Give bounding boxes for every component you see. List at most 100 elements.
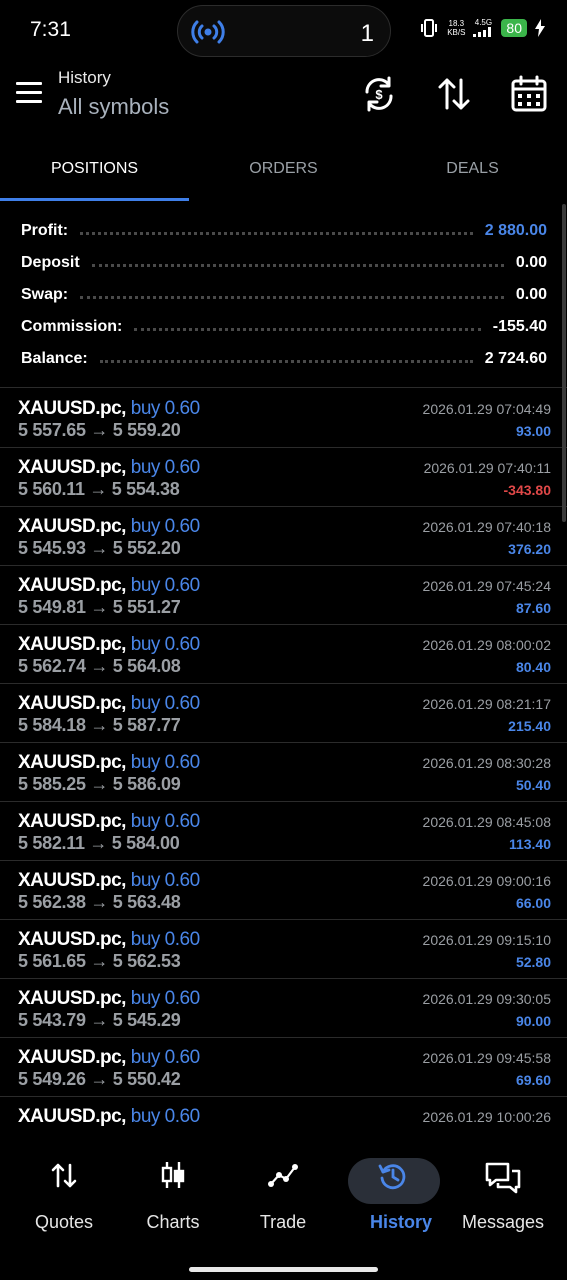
charts-icon (161, 1162, 185, 1188)
deal-profit: 93.00 (515, 423, 551, 439)
balance-row: Balance: 2 724.60 (21, 344, 547, 374)
leader-dots (134, 327, 481, 331)
menu-icon[interactable] (16, 82, 42, 104)
deal-prices: 5 561.65 → 5 562.53 (18, 951, 181, 971)
nav-history[interactable]: History (346, 1156, 456, 1242)
deal-profit: 87.60 (515, 600, 551, 616)
currency-refresh-icon[interactable]: $ (359, 74, 399, 114)
status-bar: 7:31 1 18.3 KB/S 4.5G 80 (0, 0, 567, 62)
deal-row[interactable]: XAUUSD.pc, buy 0.60 5 584.18 → 5 587.77 20… (0, 684, 567, 743)
deal-profit: 80.40 (515, 659, 551, 675)
nav-label: Charts (146, 1212, 200, 1232)
deal-row[interactable]: XAUUSD.pc, buy 0.60 5 549.81 → 5 551.27 20… (0, 566, 567, 625)
nav-trade[interactable]: Trade (228, 1156, 338, 1242)
deal-type: buy 0.60 (130, 457, 200, 478)
status-time: 7:31 (30, 18, 71, 41)
deal-datetime: 2026.01.29 08:45:08 (422, 814, 551, 830)
deal-row[interactable]: XAUUSD.pc, buy 0.60 5 543.79 → 5 545.29 20… (0, 979, 567, 1038)
tab-positions[interactable]: POSITIONS (0, 142, 189, 202)
deal-type: buy 0.60 (130, 516, 200, 537)
nav-messages[interactable]: Messages (448, 1156, 558, 1242)
leader-dots (80, 231, 473, 235)
speed-value: 18.3 (448, 18, 465, 28)
deal-type: buy 0.60 (130, 398, 200, 419)
deal-row[interactable]: XAUUSD.pc, buy 0.60 5 582.11 → 5 584.00 20… (0, 802, 567, 861)
balance-value: 2 724.60 (484, 350, 547, 367)
page-title: History (58, 68, 111, 87)
deal-type: buy 0.60 (130, 988, 200, 1009)
deal-profit: 52.80 (515, 954, 551, 970)
deal-row[interactable]: XAUUSD.pc, buy 0.60 5 562.74 → 5 564.08 20… (0, 625, 567, 684)
deal-symbol: XAUUSD.pc, (18, 693, 126, 714)
profit-row: Profit: 2 880.00 (21, 216, 547, 246)
deal-row[interactable]: XAUUSD.pc, buy 0.60 2026.01.29 10:00:26 (0, 1097, 567, 1131)
nav-charts[interactable]: Charts (118, 1156, 228, 1242)
calendar-icon[interactable] (509, 74, 549, 114)
leader-dots (80, 295, 504, 299)
deal-title: XAUUSD.pc, buy 0.60 (18, 929, 200, 951)
deal-profit: -343.80 (503, 482, 551, 498)
swap-label: Swap: (21, 286, 69, 303)
balance-label: Balance: (21, 350, 88, 367)
tab-deals[interactable]: DEALS (378, 142, 567, 202)
deal-title: XAUUSD.pc, buy 0.60 (18, 811, 200, 833)
swap-row: Swap: 0.00 (21, 280, 547, 310)
deal-row[interactable]: XAUUSD.pc, buy 0.60 5 545.93 → 5 552.20 20… (0, 507, 567, 566)
deal-row[interactable]: XAUUSD.pc, buy 0.60 5 557.65 → 5 559.20 20… (0, 389, 567, 448)
charging-icon (535, 18, 545, 37)
symbol-filter[interactable]: All symbols (58, 94, 169, 120)
deal-symbol: XAUUSD.pc, (18, 634, 126, 655)
deal-title: XAUUSD.pc, buy 0.60 (18, 752, 200, 774)
deal-prices: 5 582.11 → 5 584.00 (18, 833, 180, 853)
deal-prices: 5 560.11 → 5 554.38 (18, 479, 180, 499)
deal-prices: 5 585.25 → 5 586.09 (18, 774, 181, 794)
deal-type: buy 0.60 (130, 752, 200, 773)
deal-type: buy 0.60 (130, 1047, 200, 1068)
profit-label: Profit: (21, 222, 69, 239)
network-speed: 18.3 KB/S (447, 19, 465, 37)
deal-row[interactable]: XAUUSD.pc, buy 0.60 5 561.65 → 5 562.53 20… (0, 920, 567, 979)
signal-indicator: 4.5G (473, 18, 493, 37)
deal-symbol: XAUUSD.pc, (18, 516, 126, 537)
deal-datetime: 2026.01.29 07:40:18 (422, 519, 551, 535)
deal-prices: 5 543.79 → 5 545.29 (18, 1010, 181, 1030)
deal-type: buy 0.60 (130, 634, 200, 655)
deal-title: XAUUSD.pc, buy 0.60 (18, 1047, 200, 1069)
dynamic-island[interactable]: 1 (177, 5, 391, 57)
deal-datetime: 2026.01.29 08:21:17 (422, 696, 551, 712)
deal-profit: 215.40 (508, 718, 551, 734)
scrollbar[interactable] (562, 204, 566, 522)
deal-profit: 66.00 (515, 895, 551, 911)
deal-type: buy 0.60 (130, 693, 200, 714)
deal-datetime: 2026.01.29 07:45:24 (422, 578, 551, 594)
nav-label: Trade (259, 1212, 307, 1232)
battery-level: 80 (501, 18, 527, 37)
deposit-row: Deposit 0.00 (21, 248, 547, 278)
tab-orders[interactable]: ORDERS (189, 142, 378, 202)
deal-row[interactable]: XAUUSD.pc, buy 0.60 5 560.11 → 5 554.38 20… (0, 448, 567, 507)
nav-quotes[interactable]: Quotes (9, 1156, 119, 1242)
signal-icon (473, 27, 492, 37)
messages-icon (485, 1162, 521, 1194)
deal-row[interactable]: XAUUSD.pc, buy 0.60 5 585.25 → 5 586.09 20… (0, 743, 567, 802)
commission-value: -155.40 (492, 318, 547, 335)
deal-title: XAUUSD.pc, buy 0.60 (18, 516, 200, 538)
nav-label: History (369, 1212, 432, 1232)
deal-row[interactable]: XAUUSD.pc, buy 0.60 5 549.26 → 5 550.42 20… (0, 1038, 567, 1097)
deal-prices: 5 562.74 → 5 564.08 (18, 656, 181, 676)
deal-symbol: XAUUSD.pc, (18, 929, 126, 950)
deal-symbol: XAUUSD.pc, (18, 752, 126, 773)
deal-symbol: XAUUSD.pc, (18, 988, 126, 1009)
history-icon (378, 1164, 406, 1190)
sort-icon[interactable] (434, 74, 474, 114)
deal-datetime: 2026.01.29 09:30:05 (422, 991, 551, 1007)
leader-dots (99, 359, 473, 363)
commission-row: Commission: -155.40 (21, 312, 547, 342)
deal-row[interactable]: XAUUSD.pc, buy 0.60 5 562.38 → 5 563.48 20… (0, 861, 567, 920)
quotes-icon (51, 1163, 77, 1188)
deal-symbol: XAUUSD.pc, (18, 1047, 126, 1068)
deal-type: buy 0.60 (130, 811, 200, 832)
deal-title: XAUUSD.pc, buy 0.60 (18, 398, 200, 420)
deal-symbol: XAUUSD.pc, (18, 811, 126, 832)
home-indicator[interactable] (189, 1267, 378, 1272)
